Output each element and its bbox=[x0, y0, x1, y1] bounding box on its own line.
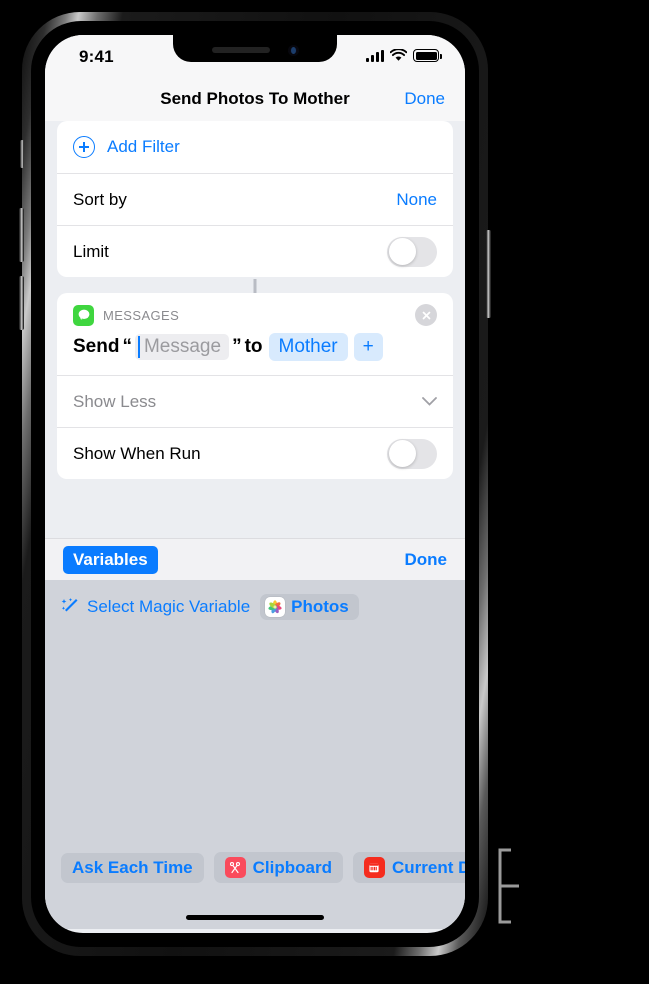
photos-app-icon bbox=[265, 597, 286, 617]
send-word: Send bbox=[73, 336, 120, 357]
wifi-icon bbox=[389, 48, 408, 62]
phone-frame: 9:41 Send Photos To Mother Done Add Filt… bbox=[19, 12, 491, 956]
message-placeholder: Message bbox=[143, 336, 222, 357]
message-input[interactable]: Message bbox=[134, 334, 230, 360]
to-word: to bbox=[244, 336, 263, 357]
silent-switch[interactable] bbox=[20, 140, 24, 168]
limit-row: Limit bbox=[57, 225, 453, 277]
variables-bar: Variables Done bbox=[45, 538, 465, 580]
calendar-icon bbox=[363, 857, 385, 878]
status-icons bbox=[366, 48, 442, 62]
annotation-bracket bbox=[497, 848, 539, 924]
front-camera-icon bbox=[287, 44, 299, 56]
show-less-row[interactable]: Show Less bbox=[57, 375, 453, 427]
close-quote: ” bbox=[232, 336, 242, 357]
home-indicator[interactable] bbox=[186, 915, 324, 920]
open-quote: “ bbox=[122, 336, 132, 357]
show-when-run-label: Show When Run bbox=[73, 443, 201, 463]
volume-down-button[interactable] bbox=[19, 276, 24, 330]
status-time: 9:41 bbox=[79, 47, 114, 66]
photos-chip-label: Photos bbox=[291, 597, 349, 616]
ask-each-time-chip[interactable]: Ask Each Time bbox=[61, 852, 204, 883]
variables-button[interactable]: Variables bbox=[63, 545, 158, 574]
sort-by-value: None bbox=[396, 189, 437, 209]
nav-done-button[interactable]: Done bbox=[404, 89, 445, 109]
messages-app-icon bbox=[73, 304, 94, 326]
show-less-label: Show Less bbox=[73, 391, 157, 411]
page-title: Send Photos To Mother bbox=[160, 89, 350, 108]
messages-send-row: Send “ Message ” to Mother + bbox=[57, 329, 453, 375]
sort-by-row[interactable]: Sort by None bbox=[57, 173, 453, 225]
messages-app-name: MESSAGES bbox=[103, 307, 180, 323]
navigation-bar: Send Photos To Mother Done bbox=[45, 77, 465, 121]
filter-action-card: Add Filter Sort by None Limit bbox=[57, 121, 453, 277]
current-date-chip[interactable]: Current D bbox=[352, 852, 465, 883]
photos-variable-chip[interactable]: Photos bbox=[260, 594, 359, 620]
show-when-run-row: Show When Run bbox=[57, 427, 453, 479]
notch bbox=[173, 35, 337, 62]
phone-screen: 9:41 Send Photos To Mother Done Add Filt… bbox=[45, 35, 465, 933]
cellular-bars-icon bbox=[366, 50, 384, 62]
variables-body: Select Magic Variable Photos Ask Each Ti… bbox=[45, 580, 465, 929]
battery-full-icon bbox=[413, 49, 442, 62]
close-circle-icon[interactable] bbox=[415, 304, 437, 326]
variables-toolbar: Ask Each Time Clipboard Current D bbox=[45, 852, 465, 883]
show-when-run-toggle[interactable] bbox=[387, 438, 437, 469]
sort-by-label: Sort by bbox=[73, 189, 127, 209]
limit-label: Limit bbox=[73, 241, 109, 261]
text-caret bbox=[137, 336, 140, 358]
add-filter-row[interactable]: Add Filter bbox=[57, 121, 453, 173]
limit-toggle[interactable] bbox=[387, 236, 437, 267]
clipboard-label: Clipboard bbox=[252, 857, 332, 877]
add-filter-label: Add Filter bbox=[107, 137, 180, 156]
variables-panel: Variables Done Select Magic Variable Pho… bbox=[45, 538, 465, 929]
clipboard-chip[interactable]: Clipboard bbox=[213, 852, 343, 883]
ask-each-time-label: Ask Each Time bbox=[72, 857, 193, 877]
chevron-down-icon bbox=[422, 393, 437, 411]
recipient-chip-mother[interactable]: Mother bbox=[268, 333, 348, 361]
shortcut-editor-content: Add Filter Sort by None Limit MESSAGES S… bbox=[45, 121, 465, 538]
phone-bezel: 9:41 Send Photos To Mother Done Add Filt… bbox=[31, 21, 479, 947]
volume-up-button[interactable] bbox=[19, 208, 24, 262]
add-recipient-button[interactable]: + bbox=[353, 333, 383, 361]
magic-wand-icon bbox=[61, 597, 81, 617]
power-button[interactable] bbox=[486, 230, 491, 318]
select-magic-variable-label: Select Magic Variable bbox=[87, 597, 251, 616]
plus-circle-icon bbox=[73, 136, 95, 158]
variables-done-button[interactable]: Done bbox=[405, 550, 448, 570]
select-magic-variable-row[interactable]: Select Magic Variable Photos bbox=[45, 580, 465, 620]
current-date-label: Current D bbox=[391, 857, 465, 877]
speaker-grille-icon bbox=[211, 47, 270, 53]
messages-card-header: MESSAGES bbox=[57, 293, 453, 329]
messages-action-card: MESSAGES Send “ Message ” to Mother + Sh… bbox=[57, 293, 453, 479]
scissors-icon bbox=[224, 857, 246, 878]
